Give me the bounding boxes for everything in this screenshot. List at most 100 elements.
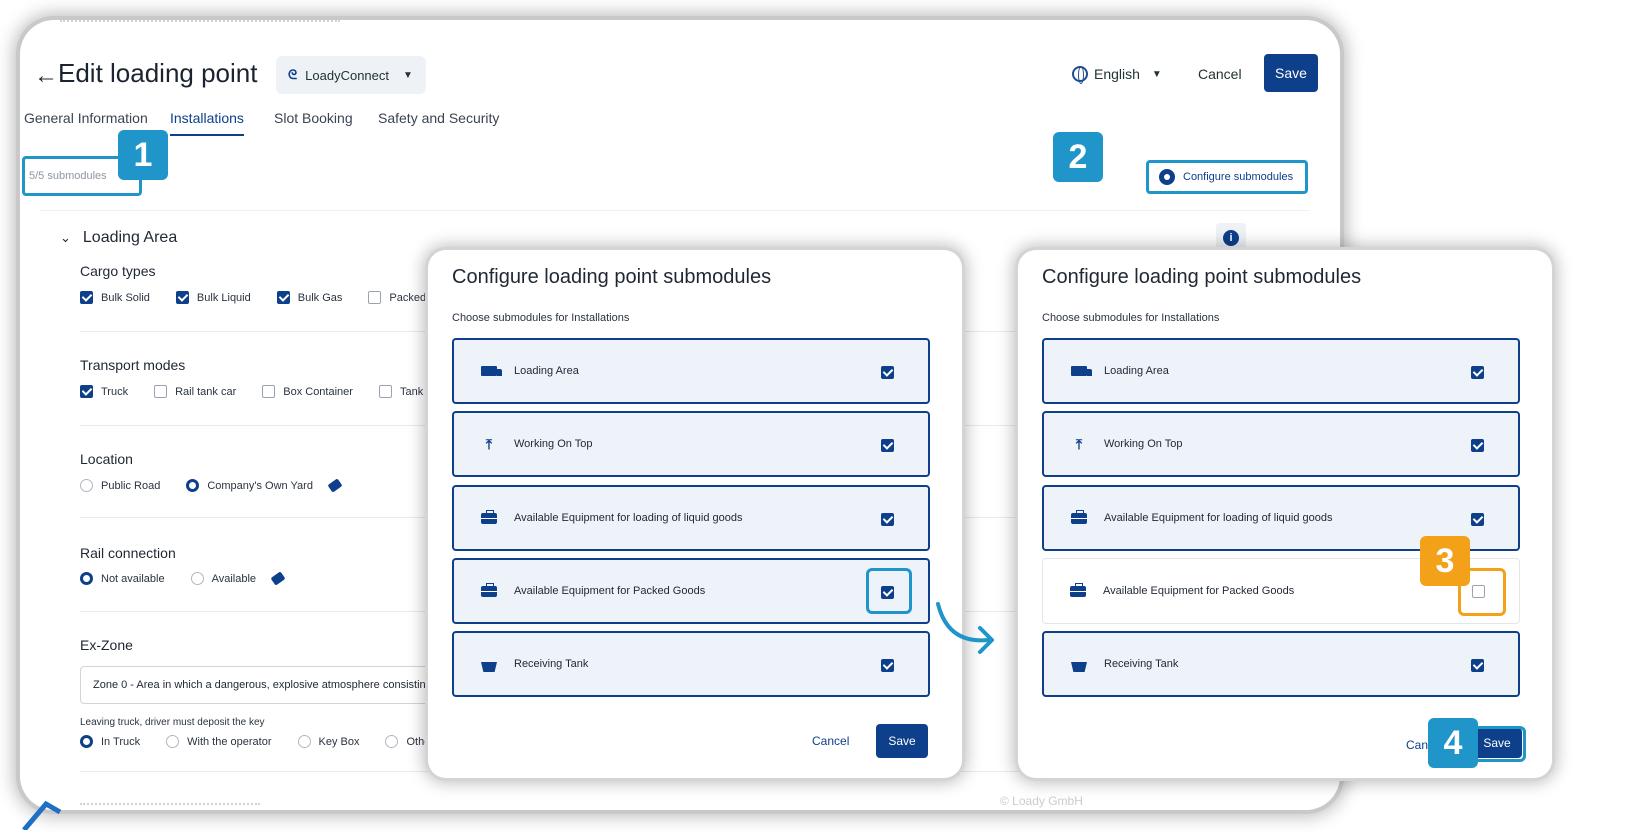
- submodule-checkbox[interactable]: [881, 513, 894, 526]
- section-header[interactable]: ⌄ Loading Area: [60, 229, 177, 247]
- radio[interactable]: [166, 735, 180, 748]
- key-option-with-operator[interactable]: With the operator: [166, 735, 272, 748]
- submodule-equipment-packed[interactable]: Available Equipment for Packed Goods: [452, 558, 930, 624]
- submodule-checkbox[interactable]: [881, 439, 894, 452]
- connect-icon: ᘓ: [288, 67, 298, 82]
- basket-icon: [478, 659, 500, 672]
- step-marker-3: 3: [1420, 536, 1470, 586]
- submodule-checkbox[interactable]: [1471, 513, 1484, 526]
- rail-option-available[interactable]: Available: [190, 571, 286, 586]
- cargo-option-bulk-solid[interactable]: Bulk Solid: [80, 291, 150, 304]
- submodule-working-on-top[interactable]: ⤒ Working On Top: [452, 411, 930, 477]
- page-header: ← Edit loading point ᘓ LoadyConnect ▼ En…: [20, 40, 1340, 110]
- radio[interactable]: [80, 735, 93, 748]
- checkbox[interactable]: [276, 291, 290, 304]
- truck-icon: [1068, 366, 1092, 376]
- option-label: In Truck: [101, 735, 141, 748]
- radio[interactable]: [80, 572, 93, 585]
- tab-bar: General Information Installations Slot B…: [20, 110, 1340, 144]
- highlight-checkbox: [866, 568, 912, 614]
- cargo-types-label: Cargo types: [80, 263, 156, 279]
- eraser-icon[interactable]: [327, 478, 343, 493]
- gear-icon: [1159, 169, 1175, 185]
- submodule-loading-area[interactable]: Loading Area: [452, 338, 930, 404]
- radio[interactable]: [190, 572, 204, 585]
- option-label: Bulk Gas: [297, 291, 343, 304]
- checkbox[interactable]: [175, 291, 189, 304]
- key-option-in-truck[interactable]: In Truck: [80, 735, 140, 748]
- location-option-own-yard[interactable]: Company's Own Yard: [186, 478, 343, 493]
- rail-connection-label: Rail connection: [80, 545, 176, 561]
- option-label: Key Box: [318, 735, 360, 748]
- tab-safety-and-security[interactable]: Safety and Security: [378, 110, 499, 126]
- language-selector[interactable]: English ▼: [1072, 66, 1162, 84]
- submodule-receiving-tank[interactable]: Receiving Tank: [452, 631, 930, 697]
- checkbox[interactable]: [80, 291, 93, 304]
- option-label: Bulk Liquid: [196, 291, 251, 304]
- submodule-working-on-top[interactable]: ⤒ Working On Top: [1042, 411, 1520, 477]
- arrow-left-icon[interactable]: ←: [34, 62, 58, 90]
- tab-general-information[interactable]: General Information: [24, 110, 148, 126]
- location-option-public-road[interactable]: Public Road: [80, 479, 160, 492]
- transition-arrow-icon: [936, 602, 994, 654]
- step-marker-4: 4: [1428, 718, 1478, 768]
- transport-option-rail-tank-car[interactable]: Rail tank car: [154, 385, 236, 398]
- configure-submodules-label: Configure submodules: [1183, 171, 1294, 183]
- key-option-key-box[interactable]: Key Box: [297, 735, 360, 748]
- submodule-loading-area[interactable]: Loading Area: [1042, 338, 1520, 404]
- key-option-other[interactable]: Other: [385, 735, 434, 748]
- submodule-receiving-tank[interactable]: Receiving Tank: [1042, 631, 1520, 697]
- option-label: Rail tank car: [175, 385, 237, 398]
- submodule-checkbox[interactable]: [881, 366, 894, 379]
- submodule-label: Receiving Tank: [1104, 658, 1179, 670]
- configure-submodules-dialog-after: Configure loading point submodules Choos…: [1018, 250, 1552, 778]
- cargo-types-options: Bulk Solid Bulk Liquid Bulk Gas Packed: [80, 291, 426, 304]
- transport-option-box-container[interactable]: Box Container: [262, 385, 353, 398]
- language-label: English: [1094, 66, 1140, 82]
- dialog-save-button[interactable]: Save: [876, 724, 928, 758]
- radio[interactable]: [297, 735, 311, 748]
- submodule-label: Working On Top: [1104, 438, 1183, 450]
- submodule-checkbox[interactable]: [1471, 366, 1484, 379]
- radio[interactable]: [80, 479, 93, 492]
- page-title: Edit loading point: [58, 58, 258, 88]
- radio[interactable]: [385, 735, 399, 748]
- checkbox[interactable]: [80, 385, 93, 398]
- rail-connection-options: Not available Available: [80, 571, 286, 586]
- submodule-label: Receiving Tank: [514, 658, 589, 670]
- submodule-label: Loading Area: [1104, 365, 1169, 377]
- radio[interactable]: [186, 479, 200, 492]
- chevron-down-icon: ⌄: [60, 230, 71, 245]
- cancel-button[interactable]: Cancel: [1198, 66, 1242, 82]
- ex-zone-select[interactable]: Zone 0 - Area in which a dangerous, expl…: [80, 666, 460, 704]
- option-label: Packed: [389, 291, 427, 304]
- cargo-option-bulk-liquid[interactable]: Bulk Liquid: [175, 291, 251, 304]
- dialog-subtitle: Choose submodules for Installations: [452, 312, 630, 324]
- submodule-checkbox[interactable]: [881, 659, 894, 672]
- submodule-checkbox[interactable]: [1471, 659, 1484, 672]
- submodule-label: Available Equipment for Packed Goods: [514, 585, 706, 597]
- eraser-icon[interactable]: [270, 571, 286, 586]
- submodule-equipment-liquid[interactable]: Available Equipment for loading of liqui…: [452, 485, 930, 551]
- key-deposit-options: In Truck With the operator Key Box Other: [80, 735, 434, 748]
- cargo-option-bulk-gas[interactable]: Bulk Gas: [276, 291, 343, 304]
- transport-option-truck[interactable]: Truck: [80, 385, 128, 398]
- submodule-label: Working On Top: [514, 438, 593, 450]
- checkbox[interactable]: [368, 291, 382, 304]
- dialog-cancel-button[interactable]: Cancel: [812, 734, 849, 748]
- app-selector[interactable]: ᘓ LoadyConnect ▼: [276, 56, 426, 94]
- rail-option-not-available[interactable]: Not available: [80, 572, 165, 585]
- cargo-option-packed[interactable]: Packed: [368, 291, 426, 304]
- tab-installations[interactable]: Installations: [170, 110, 244, 136]
- checkbox[interactable]: [154, 385, 168, 398]
- submodule-checkbox[interactable]: [1471, 439, 1484, 452]
- globe-icon: [1072, 66, 1088, 84]
- tab-slot-booking[interactable]: Slot Booking: [274, 110, 353, 126]
- configure-submodules-button[interactable]: Configure submodules: [1146, 160, 1308, 194]
- dialog-subtitle: Choose submodules for Installations: [1042, 312, 1220, 324]
- checkbox[interactable]: [378, 385, 392, 398]
- option-label: Bulk Solid: [101, 291, 150, 304]
- checkbox[interactable]: [262, 385, 276, 398]
- info-button[interactable]: i: [1216, 223, 1246, 253]
- save-button[interactable]: Save: [1264, 54, 1318, 92]
